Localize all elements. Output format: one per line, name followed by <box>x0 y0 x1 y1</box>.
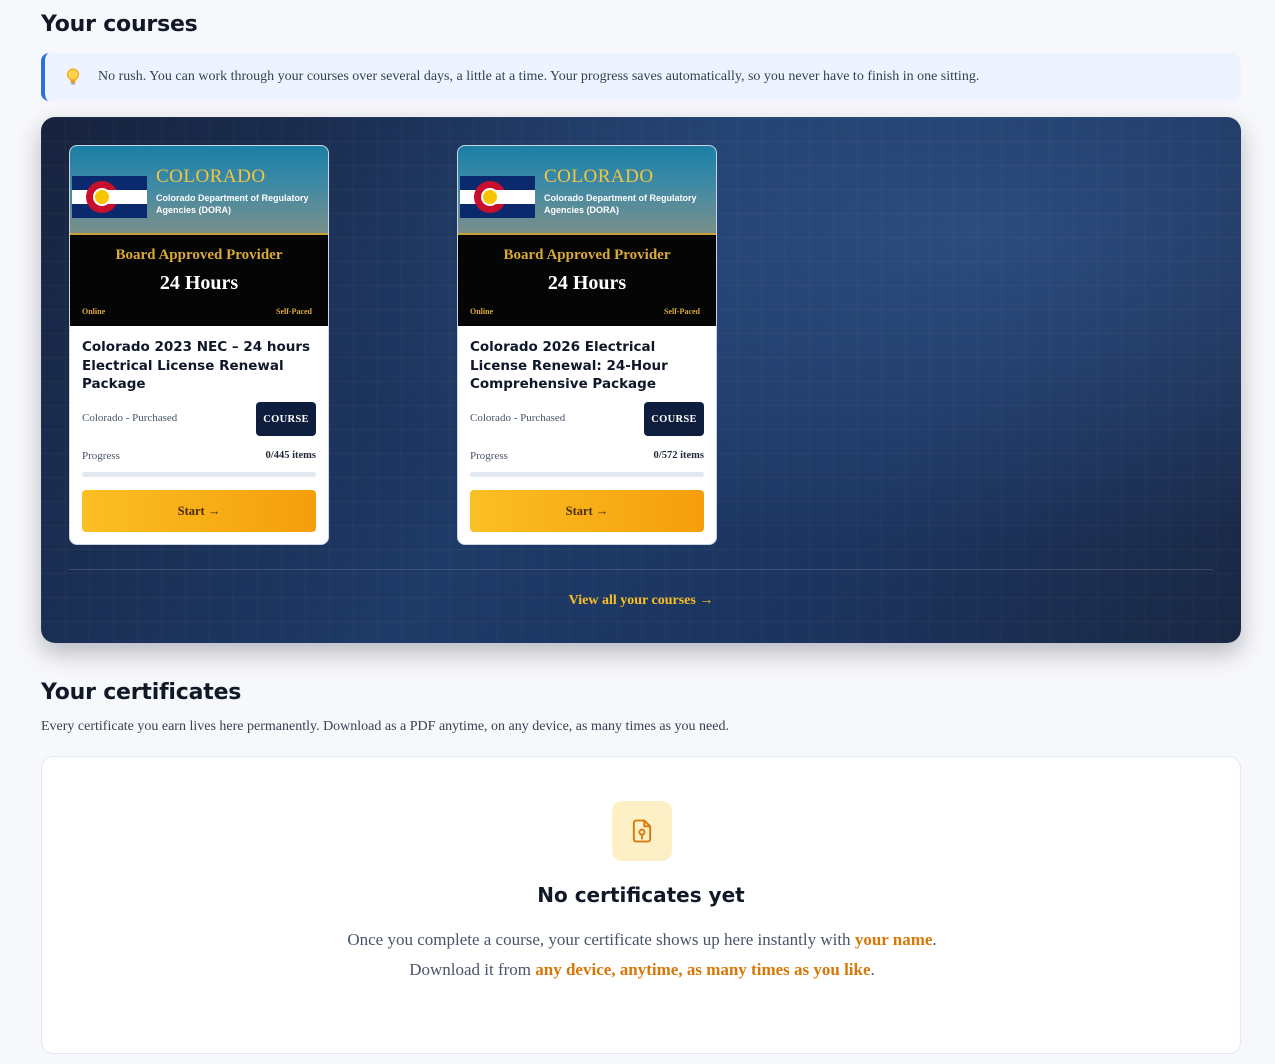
certificates-empty-state: No certificates yet Once you complete a … <box>41 756 1241 1054</box>
panel-divider <box>69 569 1213 570</box>
tip-callout: No rush. You can work through your cours… <box>41 53 1241 101</box>
view-all-courses-link[interactable]: View all your courses → <box>41 593 1241 609</box>
empty-text-highlight: your name <box>854 930 933 949</box>
courses-section-title: Your courses <box>41 12 198 37</box>
course-banner: COLORADO Colorado Department of Regulato… <box>70 146 328 233</box>
courses-panel: COLORADO Colorado Department of Regulato… <box>41 117 1241 643</box>
progress-label: Progress <box>82 450 120 462</box>
course-card[interactable]: COLORADO Colorado Department of Regulato… <box>457 145 717 545</box>
empty-text-highlight: any device, anytime, as many times as yo… <box>535 960 871 979</box>
banner-department: Colorado Department of Regulatory Agenci… <box>156 193 309 215</box>
empty-state-text: Once you complete a course, your certifi… <box>342 925 942 985</box>
course-title[interactable]: Colorado 2026 Electrical License Renewal… <box>470 338 706 394</box>
banner-approved-provider: Board Approved Provider <box>503 247 671 263</box>
banner-approved-provider: Board Approved Provider <box>115 247 283 263</box>
tip-text: No rush. You can work through your cours… <box>98 69 980 84</box>
progress-bar <box>470 472 704 477</box>
empty-state-title: No certificates yet <box>537 883 745 907</box>
banner-online: Online <box>470 307 494 316</box>
course-meta: Colorado - Purchased <box>82 412 178 424</box>
certificates-section-title: Your certificates <box>41 680 242 705</box>
course-title[interactable]: Colorado 2023 NEC – 24 hours Electrical … <box>82 338 318 394</box>
start-course-button[interactable]: Start → <box>82 490 316 532</box>
banner-state: COLORADO <box>544 166 654 187</box>
banner-online: Online <box>82 307 106 316</box>
course-meta: Colorado - Purchased <box>470 412 566 424</box>
banner-self-paced: Self-Paced <box>664 307 700 316</box>
certificate-icon-container <box>612 801 672 861</box>
colorado-flag-icon <box>72 176 147 218</box>
banner-self-paced: Self-Paced <box>276 307 312 316</box>
banner-department: Colorado Department of Regulatory Agenci… <box>544 193 697 215</box>
progress-label: Progress <box>470 450 508 462</box>
progress-bar <box>82 472 316 477</box>
course-type-badge: COURSE <box>644 402 704 436</box>
start-course-button[interactable]: Start → <box>470 490 704 532</box>
lightbulb-icon <box>65 68 81 86</box>
empty-text-part: . <box>870 960 875 979</box>
course-card[interactable]: COLORADO Colorado Department of Regulato… <box>69 145 329 545</box>
colorado-flag-icon <box>460 176 535 218</box>
banner-approval: Board Approved Provider 24 Hours Online … <box>458 235 716 326</box>
banner-state: COLORADO <box>156 166 266 187</box>
banner-hours: 24 Hours <box>159 272 239 294</box>
course-banner: COLORADO Colorado Department of Regulato… <box>458 146 716 233</box>
progress-count: 0/572 items <box>653 450 704 461</box>
banner-approval: Board Approved Provider 24 Hours Online … <box>70 235 328 326</box>
course-type-badge: COURSE <box>256 402 316 436</box>
certificate-file-icon <box>632 819 652 843</box>
empty-text-part: Once you complete a course, your certifi… <box>347 930 855 949</box>
banner-hours: 24 Hours <box>547 272 627 294</box>
progress-count: 0/445 items <box>265 450 316 461</box>
certificates-description: Every certificate you earn lives here pe… <box>41 719 729 734</box>
